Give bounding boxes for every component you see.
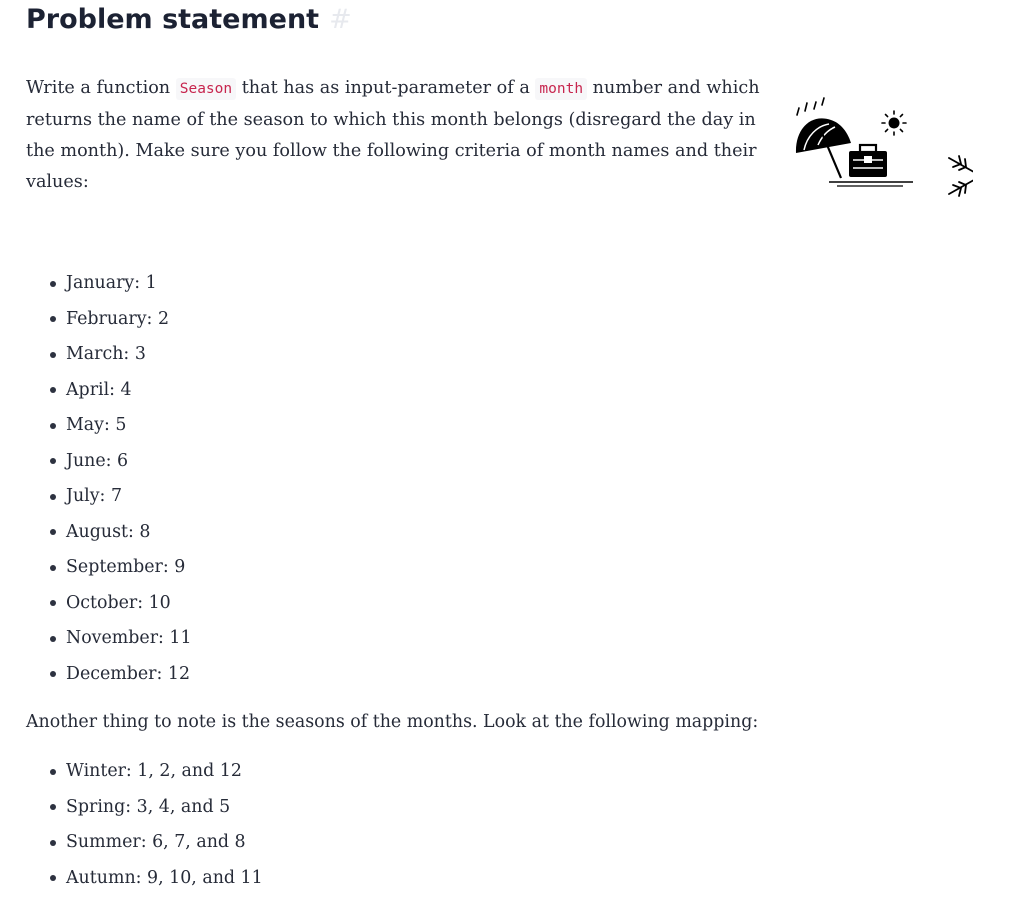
month-item-text: October: 10 xyxy=(66,592,171,613)
bullet-icon xyxy=(50,804,56,810)
season-function-code: Season xyxy=(175,78,237,100)
list-item: Spring: 3, 4, and 5 xyxy=(26,790,263,826)
list-item: November: 11 xyxy=(26,621,192,657)
month-item-text: January: 1 xyxy=(66,273,157,293)
month-parameter-code: month xyxy=(535,78,588,100)
bullet-icon xyxy=(50,316,56,322)
list-item: May: 5 xyxy=(26,408,192,444)
list-item: October: 10 xyxy=(26,586,192,622)
list-item: July: 7 xyxy=(26,479,192,515)
month-item-text: November: 11 xyxy=(66,628,192,648)
month-item-text: May: 5 xyxy=(66,415,127,435)
month-values-list: January: 1 February: 2 March: 3 April: 4… xyxy=(26,266,192,692)
seasons-illustration xyxy=(795,97,973,197)
month-item-text: February: 2 xyxy=(66,308,170,329)
season-item-text: Autumn: 9, 10, and 11 xyxy=(66,867,263,888)
page-title: Problem statement # xyxy=(26,3,352,37)
list-item: Summer: 6, 7, and 8 xyxy=(26,825,263,861)
bullet-icon xyxy=(50,351,56,358)
page-title-text: Problem statement xyxy=(26,4,320,35)
month-item-text: July: 7 xyxy=(66,486,123,506)
month-item-text: August: 8 xyxy=(66,521,151,542)
month-item-text: April: 4 xyxy=(66,379,132,400)
list-item: June: 6 xyxy=(26,444,192,480)
season-item-text: Winter: 1, 2, and 12 xyxy=(66,761,242,781)
month-item-text: September: 9 xyxy=(66,557,186,577)
list-item: March: 3 xyxy=(26,337,192,373)
list-item: April: 4 xyxy=(26,373,192,409)
list-item: February: 2 xyxy=(26,302,192,338)
month-item-text: December: 12 xyxy=(66,663,191,684)
bullet-icon xyxy=(50,529,56,535)
season-mapping-list: Winter: 1, 2, and 12 Spring: 3, 4, and 5… xyxy=(26,754,263,896)
heading-anchor-link[interactable]: # xyxy=(329,4,352,35)
bullet-icon xyxy=(50,493,56,500)
bullet-icon xyxy=(50,600,56,606)
bullet-icon xyxy=(50,280,56,287)
bullet-icon xyxy=(50,875,56,881)
season-item-text: Spring: 3, 4, and 5 xyxy=(66,796,231,817)
season-item-text: Summer: 6, 7, and 8 xyxy=(66,832,246,852)
bullet-icon xyxy=(50,671,56,677)
bullet-icon xyxy=(50,768,56,775)
list-item: August: 8 xyxy=(26,515,192,551)
list-item: December: 12 xyxy=(26,657,192,693)
intro-text-1: Write a function xyxy=(26,78,176,98)
list-item: Autumn: 9, 10, and 11 xyxy=(26,861,263,897)
seasons-note: Another thing to note is the seasons of … xyxy=(26,712,759,732)
month-item-text: June: 6 xyxy=(66,450,129,471)
month-item-text: March: 3 xyxy=(66,344,146,364)
snowflake-icon xyxy=(948,155,973,197)
bullet-icon xyxy=(50,635,56,642)
bullet-icon xyxy=(50,387,56,393)
intro-paragraph: Write a function Season that has as inpu… xyxy=(26,73,768,198)
list-item: September: 9 xyxy=(26,550,192,586)
list-item: Winter: 1, 2, and 12 xyxy=(26,754,263,790)
bullet-icon xyxy=(50,839,56,846)
bullet-icon xyxy=(50,564,56,571)
intro-text-2: that has as input-parameter of a xyxy=(236,78,536,98)
bullet-icon xyxy=(50,422,56,429)
bullet-icon xyxy=(50,458,56,464)
summer-beach-icon xyxy=(795,97,913,187)
list-item: January: 1 xyxy=(26,266,192,302)
